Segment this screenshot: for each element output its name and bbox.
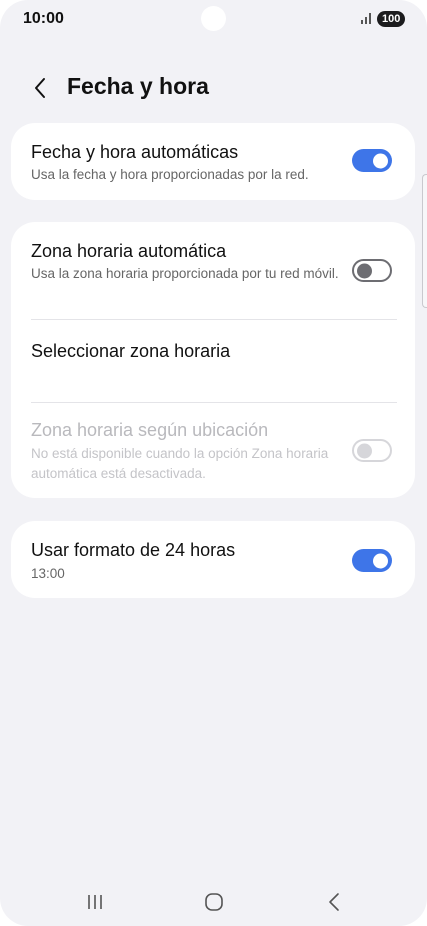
toggle-knob [373, 553, 388, 568]
signal-bars-icon [361, 13, 371, 24]
auto-timezone-toggle[interactable] [352, 259, 392, 282]
card-auto-datetime: Fecha y hora automáticas Usa la fecha y … [11, 123, 415, 200]
row-subtitle: Usa la fecha y hora proporcionadas por l… [31, 167, 309, 182]
status-time: 10:00 [23, 10, 64, 27]
auto-datetime-toggle[interactable] [352, 149, 392, 172]
recent-apps-icon [88, 895, 102, 909]
home-button[interactable] [192, 880, 236, 924]
toggle-knob [357, 263, 372, 278]
status-bar: 10:00 100 [0, 0, 427, 40]
row-auto-timezone[interactable]: Zona horaria automática Usa la zona hora… [11, 222, 415, 319]
chevron-left-icon [35, 78, 45, 98]
toggle-knob [373, 153, 388, 168]
camera-cutout [201, 6, 226, 31]
card-24h-format: Usar formato de 24 horas 13:00 [11, 521, 415, 598]
row-subtitle: 13:00 [31, 566, 65, 581]
row-24h-format[interactable]: Usar formato de 24 horas 13:00 [11, 521, 415, 598]
format-24h-toggle[interactable] [352, 549, 392, 572]
row-title: Usar formato de 24 horas [31, 540, 236, 560]
recents-button[interactable] [73, 880, 117, 924]
location-timezone-toggle [352, 439, 392, 462]
row-title: Zona horaria automática [31, 241, 227, 261]
back-icon [329, 893, 339, 911]
card-timezone: Zona horaria automática Usa la zona hora… [11, 222, 415, 498]
page-title: Fecha y hora [67, 73, 209, 99]
row-subtitle: No está disponible cuando la opción Zona… [31, 446, 329, 481]
row-subtitle: Usa la zona horaria proporcionada por tu… [31, 266, 339, 281]
back-button[interactable] [26, 74, 54, 102]
row-title: Fecha y hora automáticas [31, 142, 239, 162]
battery-badge: 100 [377, 11, 406, 27]
row-auto-datetime[interactable]: Fecha y hora automáticas Usa la fecha y … [11, 123, 415, 200]
toggle-knob [357, 443, 372, 458]
nav-back-button[interactable] [312, 880, 356, 924]
row-title: Zona horaria según ubicación [31, 420, 269, 440]
navigation-bar [0, 880, 427, 924]
home-icon [205, 893, 223, 911]
row-title: Seleccionar zona horaria [31, 341, 231, 361]
phone-screen: 10:00 100 Fecha y hora Fecha y hora auto… [0, 0, 427, 926]
row-location-timezone: Zona horaria según ubicación No está dis… [11, 403, 415, 498]
row-select-timezone[interactable]: Seleccionar zona horaria [11, 320, 415, 402]
side-panel-handle[interactable] [422, 174, 427, 308]
